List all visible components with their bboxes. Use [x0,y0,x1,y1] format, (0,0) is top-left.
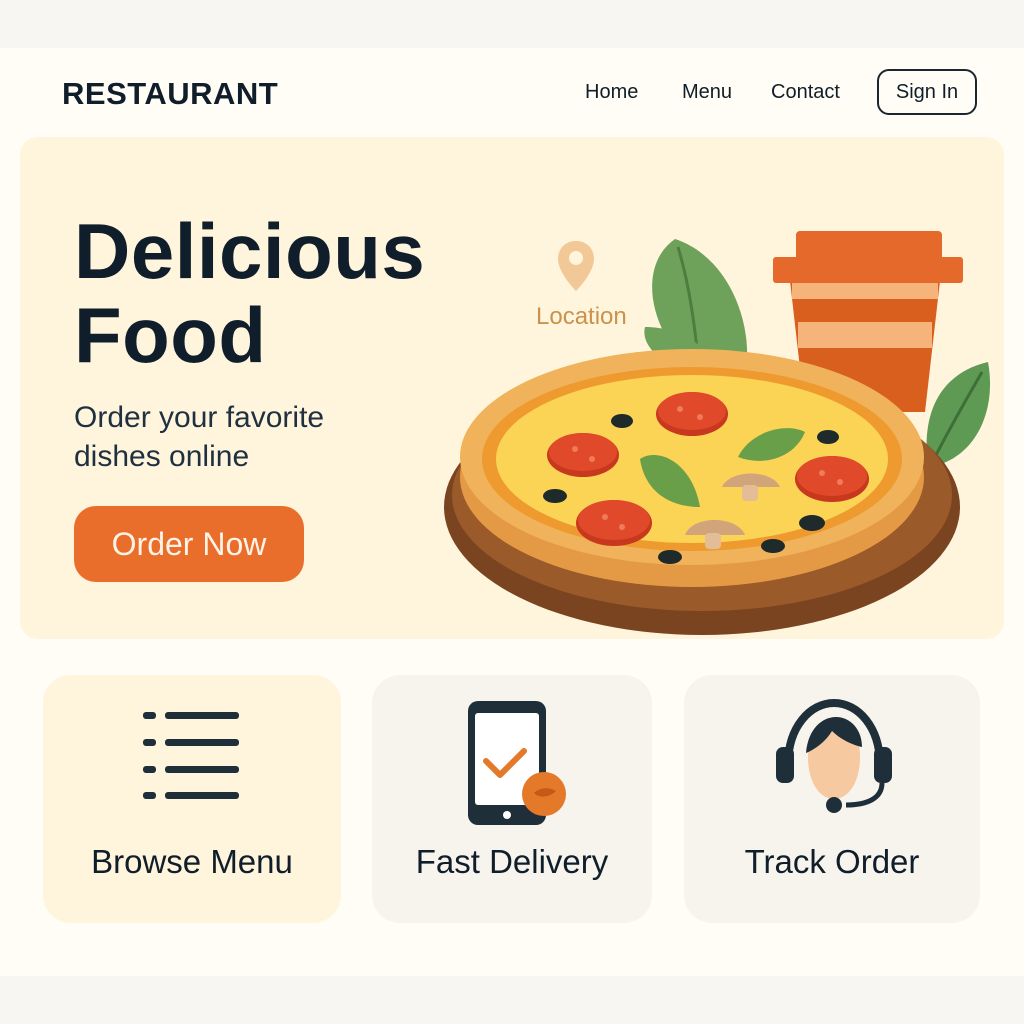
nav-contact[interactable]: Contact [771,81,840,104]
page: RESTAURANT Home Menu Contact Sign In Del… [0,48,1024,976]
feature-card-browse-menu[interactable]: Browse Menu [43,675,341,923]
feature-card-track-order[interactable]: Track Order [684,675,980,923]
pizza-illustration [444,231,991,635]
support-agent-icon [776,698,892,813]
phone-check-icon [468,701,566,825]
feature-label-track-order: Track Order [744,843,920,880]
navbar: RESTAURANT Home Menu Contact Sign In [0,48,1024,138]
hero-subtitle: Order your favorite dishes online [74,401,325,473]
feature-card-fast-delivery[interactable]: Fast Delivery [372,675,652,923]
location-pin-icon [558,241,594,291]
list-icon [143,712,239,799]
leaf-right [926,362,991,467]
location-link[interactable]: Location [530,237,650,330]
feature-label-browse-menu: Browse Menu [91,843,293,880]
brand-logo[interactable]: RESTAURANT [62,76,278,112]
nav-home[interactable]: Home [585,81,638,104]
sign-in-button[interactable]: Sign In [877,69,977,115]
hero-banner: Delicious Food Order your favorite dishe… [20,137,1004,639]
location-label: Location [536,303,627,330]
nav-menu[interactable]: Menu [682,81,732,104]
order-now-button[interactable]: Order Now [74,506,304,582]
feature-label-fast-delivery: Fast Delivery [415,843,609,880]
